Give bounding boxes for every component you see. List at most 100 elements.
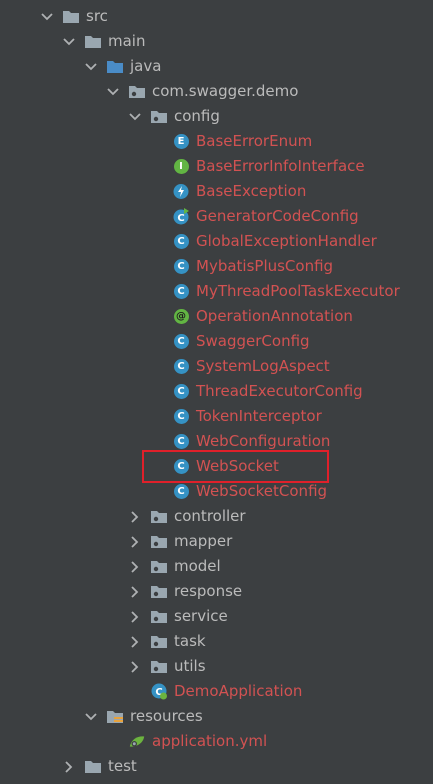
tree-item-task[interactable]: task	[0, 629, 433, 654]
tree-item-controller[interactable]: controller	[0, 504, 433, 529]
chevron-down-icon[interactable]	[62, 29, 76, 54]
tree-item-swaggerconfig[interactable]: C SwaggerConfig	[0, 329, 433, 354]
folder-icon	[62, 8, 80, 25]
tree-item-label: BaseErrorEnum	[196, 132, 313, 150]
interface-icon: I	[172, 158, 190, 175]
tree-item-label: WebSocketConfig	[196, 482, 328, 500]
tree-item-websocketconfig[interactable]: C WebSocketConfig	[0, 479, 433, 504]
svg-text:C: C	[177, 213, 184, 224]
chevron-right-icon[interactable]	[62, 754, 76, 779]
tree-item-demoapplication[interactable]: C DemoApplication	[0, 679, 433, 704]
tree-item-label: DemoApplication	[174, 682, 303, 700]
tree-item-label: MyThreadPoolTaskExecutor	[196, 282, 400, 300]
folder-icon	[84, 33, 102, 50]
tree-item-main[interactable]: main	[0, 29, 433, 54]
tree-item-mybatisplusconfig[interactable]: C MybatisPlusConfig	[0, 254, 433, 279]
tree-item-utils[interactable]: utils	[0, 654, 433, 679]
package-icon	[150, 583, 168, 600]
package-icon	[150, 508, 168, 525]
tree-item-mapper[interactable]: mapper	[0, 529, 433, 554]
tree-item-systemlogaspect[interactable]: C SystemLogAspect	[0, 354, 433, 379]
chevron-right-icon[interactable]	[128, 579, 142, 604]
tree-item-generatorcodeconfig[interactable]: C GeneratorCodeConfig	[0, 204, 433, 229]
tree-item-label: ThreadExecutorConfig	[196, 382, 363, 400]
tree-item-label: OperationAnnotation	[196, 307, 353, 325]
chevron-right-icon[interactable]	[128, 629, 142, 654]
chevron-down-icon[interactable]	[128, 104, 142, 129]
tree-item-label: GeneratorCodeConfig	[196, 207, 359, 225]
class-icon: C	[172, 383, 190, 400]
chevron-right-icon[interactable]	[128, 504, 142, 529]
package-icon	[150, 108, 168, 125]
exception-class-icon	[172, 183, 190, 200]
class-icon: C	[172, 283, 190, 300]
package-icon	[150, 558, 168, 575]
tree-item-websocket[interactable]: C WebSocket	[0, 454, 433, 479]
spring-yml-icon	[128, 733, 146, 750]
tree-item-label: task	[174, 632, 206, 650]
tree-item-label: controller	[174, 507, 246, 525]
tree-item-response[interactable]: response	[0, 579, 433, 604]
annotation-icon: @	[172, 308, 190, 325]
tree-item-label: WebConfiguration	[196, 432, 331, 450]
tree-item-tokeninterceptor[interactable]: C TokenInterceptor	[0, 404, 433, 429]
tree-item-label: SwaggerConfig	[196, 332, 310, 350]
tree-item-mythreadpooltaskexecutor[interactable]: C MyThreadPoolTaskExecutor	[0, 279, 433, 304]
chevron-right-icon[interactable]	[128, 604, 142, 629]
tree-item-label: WebSocket	[196, 457, 279, 475]
enum-icon: E	[172, 133, 190, 150]
tree-item-baseerrorenum[interactable]: E BaseErrorEnum	[0, 129, 433, 154]
source-folder-icon	[106, 58, 124, 75]
tree-item-java[interactable]: java	[0, 54, 433, 79]
tree-item-label: SystemLogAspect	[196, 357, 330, 375]
folder-icon	[84, 758, 102, 775]
tree-item-label: model	[174, 557, 221, 575]
tree-item-threadexecutorconfig[interactable]: C ThreadExecutorConfig	[0, 379, 433, 404]
class-icon: C	[172, 458, 190, 475]
tree-item-label: BaseErrorInfoInterface	[196, 157, 365, 175]
tree-item-operationannotation[interactable]: @ OperationAnnotation	[0, 304, 433, 329]
class-icon: C	[172, 258, 190, 275]
class-icon: C	[172, 408, 190, 425]
tree-item-label: application.yml	[152, 732, 268, 750]
package-icon	[150, 608, 168, 625]
package-icon	[128, 83, 146, 100]
resources-folder-icon	[106, 708, 124, 725]
package-icon	[150, 533, 168, 550]
chevron-right-icon[interactable]	[128, 554, 142, 579]
runnable-class-icon: C	[172, 208, 190, 225]
chevron-right-icon[interactable]	[128, 654, 142, 679]
class-icon: C	[172, 483, 190, 500]
chevron-right-icon[interactable]	[128, 529, 142, 554]
tree-item-model[interactable]: model	[0, 554, 433, 579]
tree-item-com-swagger-demo[interactable]: com.swagger.demo	[0, 79, 433, 104]
tree-item-test[interactable]: test	[0, 754, 433, 779]
tree-item-label: main	[108, 32, 146, 50]
chevron-down-icon[interactable]	[84, 54, 98, 79]
tree-item-baseexception[interactable]: BaseException	[0, 179, 433, 204]
tree-item-label: java	[130, 57, 162, 75]
class-icon: C	[172, 433, 190, 450]
tree-item-service[interactable]: service	[0, 604, 433, 629]
tree-item-config[interactable]: config	[0, 104, 433, 129]
tree-item-src[interactable]: src	[0, 4, 433, 29]
spring-boot-class-icon: C	[150, 683, 168, 700]
tree-item-application-yml[interactable]: application.yml	[0, 729, 433, 754]
tree-item-label: BaseException	[196, 182, 307, 200]
class-icon: C	[172, 333, 190, 350]
tree-item-label: config	[174, 107, 220, 125]
tree-item-label: mapper	[174, 532, 233, 550]
tree-item-label: test	[108, 757, 137, 775]
tree-item-label: utils	[174, 657, 206, 675]
chevron-down-icon[interactable]	[40, 4, 54, 29]
tree-item-label: TokenInterceptor	[196, 407, 322, 425]
tree-item-webconfiguration[interactable]: C WebConfiguration	[0, 429, 433, 454]
chevron-down-icon[interactable]	[84, 704, 98, 729]
class-icon: C	[172, 233, 190, 250]
tree-item-globalexceptionhandler[interactable]: C GlobalExceptionHandler	[0, 229, 433, 254]
package-icon	[150, 658, 168, 675]
chevron-down-icon[interactable]	[106, 79, 120, 104]
tree-item-baseerrorinfointerface[interactable]: I BaseErrorInfoInterface	[0, 154, 433, 179]
tree-item-resources[interactable]: resources	[0, 704, 433, 729]
tree-item-label: MybatisPlusConfig	[196, 257, 334, 275]
